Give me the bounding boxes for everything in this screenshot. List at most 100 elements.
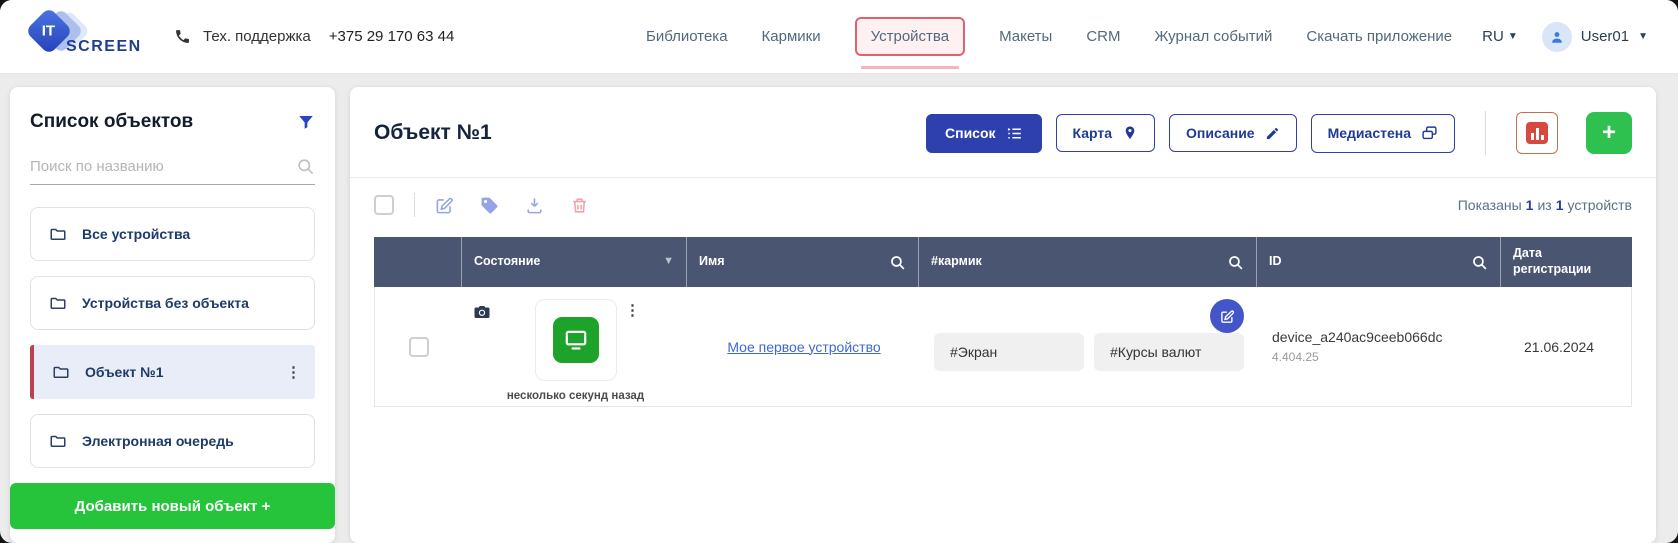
nav-item-event-log[interactable]: Журнал событий bbox=[1154, 28, 1272, 45]
registration-date: 21.06.2024 bbox=[1524, 338, 1595, 355]
add-object-button[interactable]: Добавить новый объект + bbox=[10, 483, 335, 529]
sidebar-search bbox=[30, 157, 315, 185]
view-map-button[interactable]: Карта bbox=[1055, 114, 1156, 152]
media-wall-icon bbox=[1422, 125, 1437, 139]
excel-chart-icon bbox=[1526, 122, 1548, 144]
chevron-down-icon: ▼ bbox=[1507, 31, 1518, 42]
sidebar-item-object-1[interactable]: Объект №1 ⋮ bbox=[30, 345, 315, 399]
header-status[interactable]: Состояние ▼ bbox=[462, 237, 687, 287]
view-map-label: Карта bbox=[1072, 125, 1113, 141]
divider bbox=[414, 193, 415, 217]
folder-icon bbox=[49, 294, 67, 312]
view-switcher: Список Карта Описание Медиастена + bbox=[926, 111, 1632, 155]
sidebar-item-label: Электронная очередь bbox=[82, 433, 234, 449]
device-thumbnail[interactable] bbox=[534, 299, 617, 381]
divider bbox=[350, 177, 1656, 178]
list-icon bbox=[1007, 127, 1021, 138]
objects-sidebar: Список объектов Все устройства Устро bbox=[10, 87, 335, 543]
search-icon[interactable] bbox=[1471, 254, 1488, 271]
main-nav: Библиотека Кармики Устройства Макеты CRM… bbox=[646, 17, 1452, 69]
nav-item-devices-label: Устройства bbox=[870, 28, 950, 45]
edit-icon bbox=[1220, 309, 1234, 323]
search-icon[interactable] bbox=[296, 157, 315, 176]
nav-item-library[interactable]: Библиотека bbox=[646, 28, 728, 45]
table-row: несколько секунд назад ⋮ Мое первое устр… bbox=[374, 287, 1632, 407]
table-header: Состояние ▼ Имя #кармик ID Дата регистра… bbox=[374, 237, 1632, 287]
divider bbox=[1485, 111, 1486, 155]
active-tab-underline bbox=[860, 66, 960, 69]
search-icon[interactable] bbox=[889, 254, 906, 271]
pencil-icon bbox=[1266, 127, 1278, 139]
sidebar-item-label: Объект №1 bbox=[85, 364, 164, 380]
map-pin-icon bbox=[1125, 126, 1135, 139]
kebab-menu-icon[interactable]: ⋮ bbox=[286, 363, 301, 381]
nav-item-crm[interactable]: CRM bbox=[1086, 28, 1120, 45]
device-name-link[interactable]: Мое первое устройство bbox=[727, 339, 880, 355]
sidebar-item-all-devices[interactable]: Все устройства bbox=[30, 207, 315, 261]
logo-it-text: IT bbox=[42, 22, 56, 39]
username: User01 bbox=[1580, 28, 1630, 45]
edit-tags-button[interactable] bbox=[1210, 299, 1244, 333]
folder-icon bbox=[49, 225, 67, 243]
person-icon bbox=[1551, 31, 1562, 43]
tag-chip[interactable]: #Экран bbox=[934, 333, 1084, 371]
nav-item-karmiki[interactable]: Кармики bbox=[762, 28, 821, 45]
view-list-button[interactable]: Список bbox=[926, 113, 1042, 153]
device-version: 4.404.25 bbox=[1272, 350, 1319, 364]
search-input[interactable] bbox=[30, 158, 296, 175]
karmik-cell: #Экран #Курсы валют bbox=[920, 287, 1258, 406]
language-value: RU bbox=[1482, 28, 1504, 45]
nav-item-devices[interactable]: Устройства bbox=[854, 17, 966, 69]
nav-item-layouts[interactable]: Макеты bbox=[999, 28, 1052, 45]
sidebar-item-devices-without-object[interactable]: Устройства без объекта bbox=[30, 276, 315, 330]
header-date[interactable]: Дата регистрации bbox=[1501, 237, 1632, 287]
content-area: Список объектов Все устройства Устро bbox=[0, 74, 1678, 543]
avatar bbox=[1541, 21, 1572, 52]
camera-icon[interactable] bbox=[473, 303, 491, 321]
device-id: device_a240ac9ceeb066dc bbox=[1272, 329, 1443, 345]
filter-icon[interactable] bbox=[297, 113, 315, 131]
download-icon[interactable] bbox=[525, 196, 544, 215]
sidebar-item-label: Устройства без объекта bbox=[82, 295, 249, 311]
phone-icon bbox=[174, 28, 191, 45]
edit-icon[interactable] bbox=[435, 196, 454, 215]
view-description-button[interactable]: Описание bbox=[1169, 114, 1297, 152]
view-description-label: Описание bbox=[1186, 125, 1255, 141]
support-label: Тех. поддержка bbox=[203, 28, 311, 45]
main-panel: Объект №1 Список Карта Описание Медиасте… bbox=[350, 87, 1656, 543]
select-all-checkbox[interactable] bbox=[374, 195, 394, 215]
view-mediawall-button[interactable]: Медиастена bbox=[1310, 113, 1455, 153]
header-id[interactable]: ID bbox=[1257, 237, 1501, 287]
language-selector[interactable]: RU ▼ bbox=[1482, 28, 1518, 45]
add-device-button[interactable]: + bbox=[1586, 112, 1632, 154]
tag-icon[interactable] bbox=[480, 196, 499, 215]
support-phone[interactable]: +375 29 170 63 44 bbox=[329, 28, 455, 45]
header-name[interactable]: Имя bbox=[687, 237, 919, 287]
tag-chip[interactable]: #Курсы валют bbox=[1094, 333, 1244, 371]
kebab-menu-icon[interactable]: ⋮ bbox=[625, 301, 640, 319]
search-icon[interactable] bbox=[1227, 254, 1244, 271]
row-checkbox[interactable] bbox=[409, 336, 429, 357]
tech-support: Тех. поддержка +375 29 170 63 44 bbox=[174, 28, 454, 45]
sidebar-title: Список объектов bbox=[30, 111, 194, 132]
status-cell: несколько секунд назад ⋮ bbox=[463, 287, 688, 406]
bulk-actions-toolbar: Показаны 1 из 1 устройств bbox=[374, 193, 1632, 217]
header-karmik[interactable]: #кармик bbox=[919, 237, 1257, 287]
trash-icon[interactable] bbox=[570, 196, 589, 215]
app-window: IT SCREEN Тех. поддержка +375 29 170 63 … bbox=[0, 0, 1678, 543]
page-title: Объект №1 bbox=[374, 121, 492, 144]
sort-caret-icon[interactable]: ▼ bbox=[663, 255, 674, 269]
export-excel-button[interactable] bbox=[1516, 112, 1558, 154]
devices-table: Состояние ▼ Имя #кармик ID Дата регистра… bbox=[374, 237, 1632, 407]
logo-screen-text: SCREEN bbox=[66, 37, 142, 55]
folder-icon bbox=[49, 432, 67, 450]
sidebar-item-electronic-queue[interactable]: Электронная очередь bbox=[30, 414, 315, 468]
nav-item-download-app[interactable]: Скачать приложение bbox=[1306, 28, 1452, 45]
screen-device-icon bbox=[552, 317, 599, 363]
objects-list: Все устройства Устройства без объекта Об… bbox=[30, 207, 315, 483]
id-cell: device_a240ac9ceeb066dc 4.404.25 bbox=[1258, 287, 1502, 406]
chevron-down-icon: ▼ bbox=[1638, 31, 1648, 42]
folder-icon bbox=[52, 363, 70, 381]
user-menu[interactable]: User01 ▼ bbox=[1541, 21, 1648, 52]
itscreen-logo[interactable]: IT SCREEN bbox=[24, 6, 142, 62]
